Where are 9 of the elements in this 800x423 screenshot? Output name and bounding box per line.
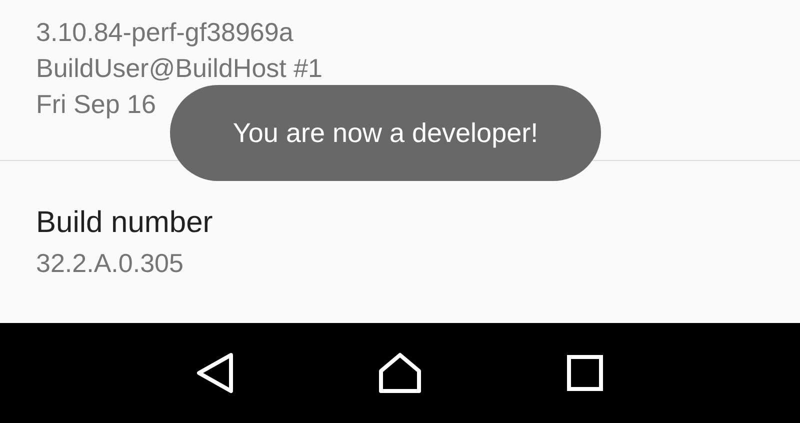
recents-icon xyxy=(567,355,604,391)
kernel-version-line: 3.10.84-perf-gf38969a xyxy=(36,16,294,49)
kernel-version-line: Fri Sep 16 xyxy=(36,88,157,121)
build-number-title: Build number xyxy=(36,205,214,241)
toast-message: You are now a developer! xyxy=(170,85,601,181)
home-icon xyxy=(378,352,422,394)
kernel-version-line: BuildUser@BuildHost #1 xyxy=(36,52,324,85)
build-number-value: 32.2.A.0.305 xyxy=(36,247,184,280)
back-icon xyxy=(194,352,235,394)
